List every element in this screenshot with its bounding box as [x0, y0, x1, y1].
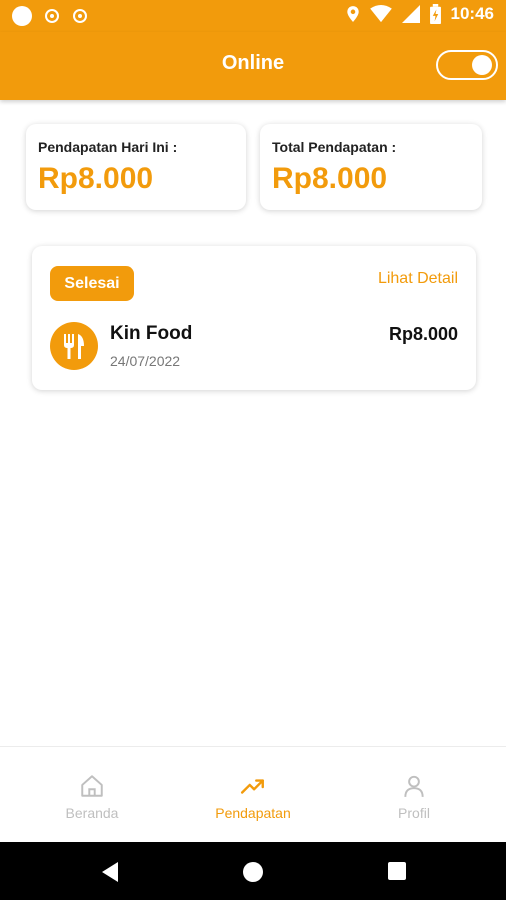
nav-label-profil: Profil	[398, 805, 430, 821]
circle-notification-icon	[12, 6, 32, 26]
transaction-card[interactable]: Selesai Lihat Detail Kin Food 24/07/2022…	[32, 246, 476, 390]
back-icon[interactable]	[100, 861, 120, 883]
nav-item-pendapatan[interactable]: Pendapatan	[169, 747, 337, 843]
bottom-navigation: Beranda Pendapatan Profil	[0, 746, 506, 842]
sync-icon	[73, 9, 87, 23]
home-button-icon[interactable]	[242, 861, 264, 883]
toggle-knob	[472, 55, 492, 75]
trending-up-icon	[240, 779, 264, 794]
nav-label-beranda: Beranda	[65, 805, 119, 821]
status-bar-right-icons: 10:46	[346, 4, 494, 24]
location-icon	[346, 6, 359, 22]
status-time: 10:46	[450, 4, 494, 23]
person-icon	[404, 775, 424, 797]
merchant-name: Kin Food	[110, 323, 193, 344]
today-income-card: Pendapatan Hari Ini : Rp8.000	[26, 124, 246, 210]
page-title: Online	[221, 52, 285, 74]
system-navigation-bar	[0, 842, 506, 900]
status-bar: 10:46	[0, 0, 506, 32]
online-toggle[interactable]	[436, 50, 498, 80]
nav-item-beranda[interactable]: Beranda	[8, 747, 176, 843]
app-bar: Online	[0, 32, 506, 100]
today-income-label: Pendapatan Hari Ini :	[38, 139, 178, 155]
transaction-amount: Rp8.000	[388, 324, 458, 344]
view-detail-link[interactable]: Lihat Detail	[378, 270, 458, 288]
total-income-value: Rp8.000	[272, 162, 388, 195]
battery-icon	[429, 4, 441, 24]
recents-icon[interactable]	[387, 861, 407, 881]
transaction-date: 24/07/2022	[110, 353, 181, 369]
fork-knife-icon	[50, 322, 98, 370]
status-badge: Selesai	[50, 266, 134, 301]
today-income-value: Rp8.000	[38, 162, 154, 195]
home-icon	[81, 775, 103, 797]
wifi-icon	[369, 5, 392, 23]
total-income-label: Total Pendapatan :	[272, 139, 397, 155]
nav-label-pendapatan: Pendapatan	[215, 805, 291, 821]
signal-icon	[401, 5, 420, 23]
total-income-card: Total Pendapatan : Rp8.000	[260, 124, 482, 210]
status-bar-left-icons	[12, 6, 88, 26]
sync-icon	[45, 9, 59, 23]
nav-item-profil[interactable]: Profil	[330, 747, 498, 843]
